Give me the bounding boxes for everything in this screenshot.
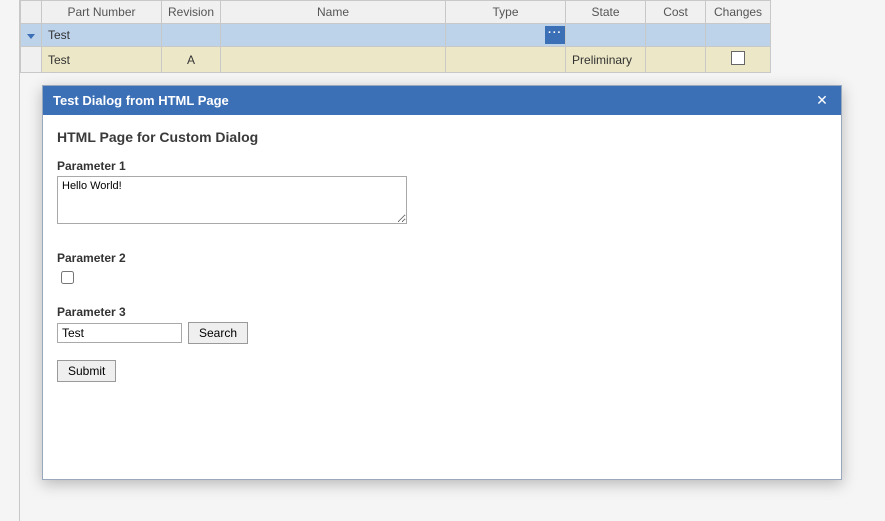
row-expander[interactable] (21, 47, 42, 73)
param1-textarea[interactable] (57, 176, 407, 224)
header-type[interactable]: Type (446, 1, 566, 24)
param2-checkbox[interactable] (61, 271, 74, 284)
left-rule (19, 0, 20, 521)
param3-input[interactable] (57, 323, 182, 343)
header-cost[interactable]: Cost (646, 1, 706, 24)
grid-header-row: Part Number Revision Name Type State Cos… (21, 1, 771, 24)
cell-state[interactable] (566, 24, 646, 47)
cell-name[interactable] (221, 24, 446, 47)
cell-part-number[interactable]: Test (42, 47, 162, 73)
cell-cost[interactable] (646, 47, 706, 73)
dialog-header[interactable]: Test Dialog from HTML Page ✕ (43, 86, 841, 115)
dialog-heading: HTML Page for Custom Dialog (57, 129, 827, 145)
header-part-number[interactable]: Part Number (42, 1, 162, 24)
header-changes[interactable]: Changes (706, 1, 771, 24)
type-picker-icon[interactable]: ··· (545, 26, 565, 44)
table-row[interactable]: Test A Preliminary (21, 47, 771, 73)
row-expander[interactable] (21, 24, 42, 47)
cell-changes[interactable] (706, 47, 771, 73)
cell-type[interactable] (446, 47, 566, 73)
cell-changes[interactable] (706, 24, 771, 47)
custom-dialog: Test Dialog from HTML Page ✕ HTML Page f… (42, 85, 842, 480)
header-revision[interactable]: Revision (162, 1, 221, 24)
cell-revision[interactable] (162, 24, 221, 47)
cell-revision[interactable]: A (162, 47, 221, 73)
cell-state[interactable]: Preliminary (566, 47, 646, 73)
table-row[interactable]: Test ··· (21, 24, 771, 47)
header-name[interactable]: Name (221, 1, 446, 24)
search-button[interactable]: Search (188, 322, 248, 344)
cell-cost[interactable] (646, 24, 706, 47)
dialog-title: Test Dialog from HTML Page (53, 93, 813, 108)
cell-part-number[interactable]: Test (42, 24, 162, 47)
param3-label: Parameter 3 (57, 305, 827, 319)
changes-checkbox[interactable] (731, 51, 745, 65)
header-state[interactable]: State (566, 1, 646, 24)
close-icon[interactable]: ✕ (813, 92, 831, 109)
cell-name[interactable] (221, 47, 446, 73)
dialog-body: HTML Page for Custom Dialog Parameter 1 … (43, 115, 841, 479)
header-expander (21, 1, 42, 24)
param2-label: Parameter 2 (57, 251, 827, 265)
submit-button[interactable]: Submit (57, 360, 116, 382)
item-grid: Part Number Revision Name Type State Cos… (20, 0, 771, 73)
cell-type[interactable]: ··· (446, 24, 566, 47)
caret-down-icon (27, 34, 35, 39)
param1-label: Parameter 1 (57, 159, 827, 173)
